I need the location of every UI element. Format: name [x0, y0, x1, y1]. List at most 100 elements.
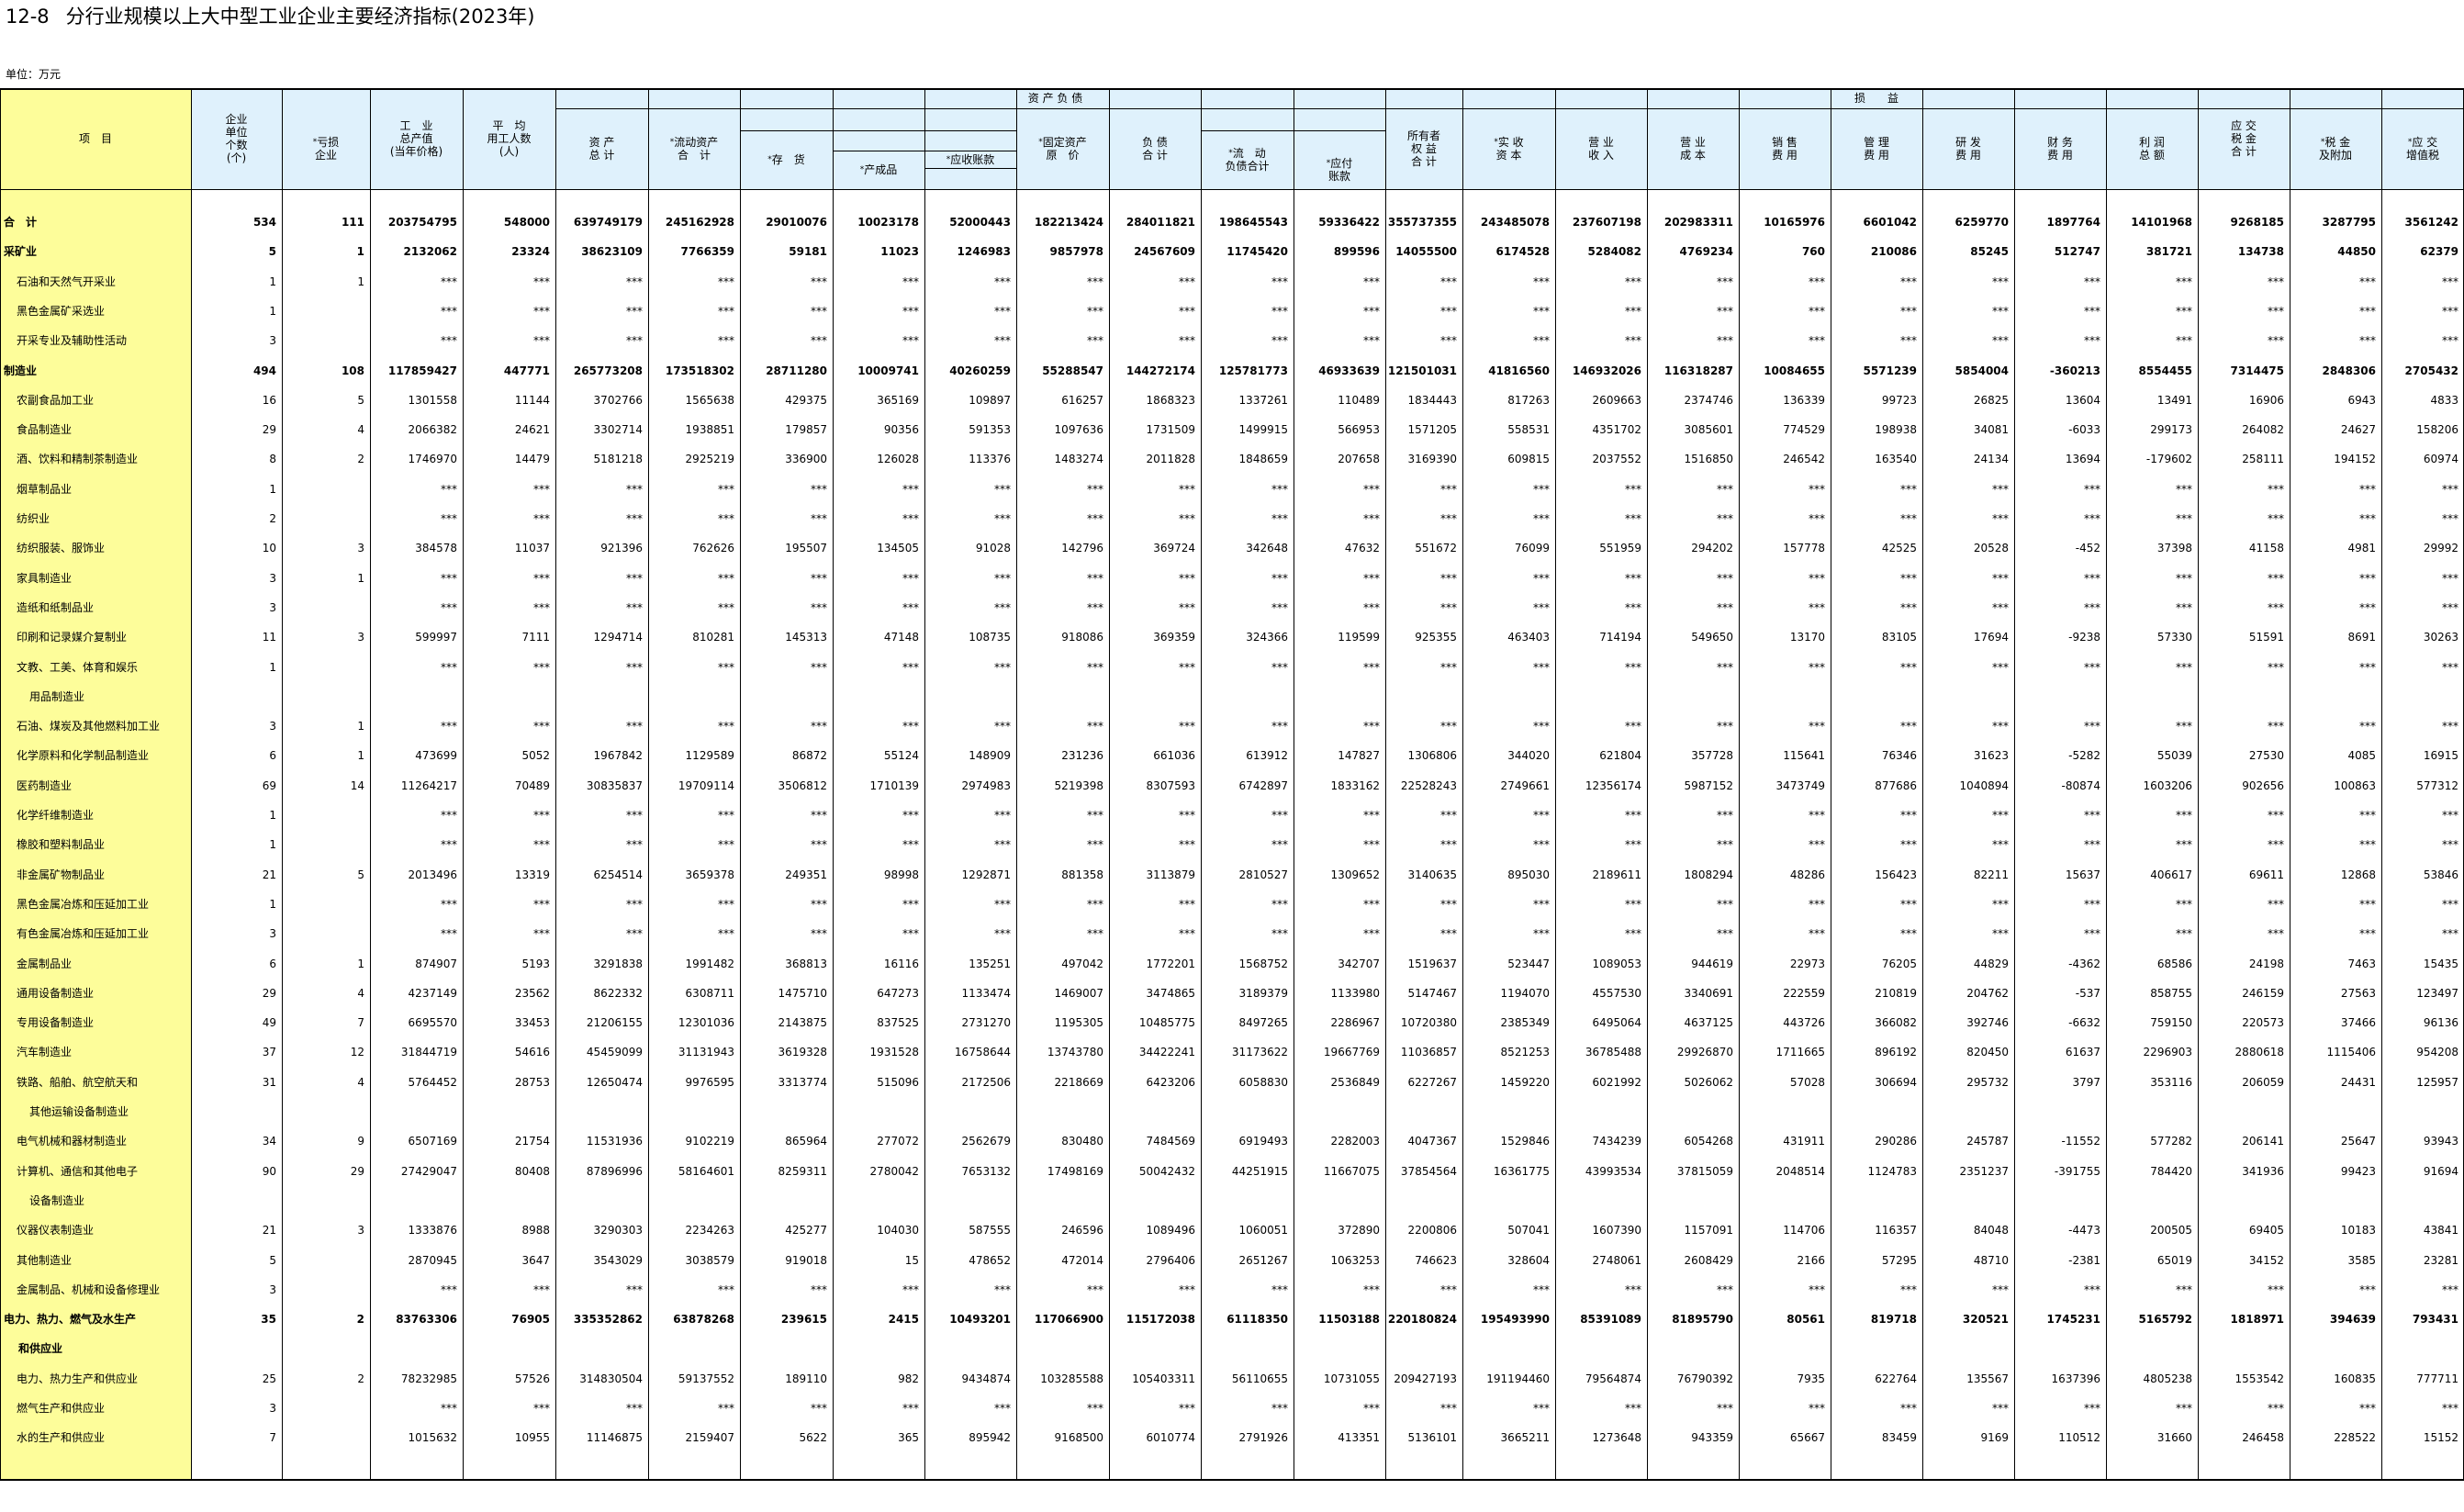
- table-cell: 865964: [785, 1135, 827, 1148]
- table-cell: 15637: [2065, 868, 2100, 881]
- table-cell: 10183: [2340, 1224, 2376, 1238]
- table-cell: 189110: [785, 1372, 827, 1385]
- table-cell: 135567: [1966, 1372, 2009, 1385]
- table-cell: 99423: [2340, 1164, 2376, 1178]
- table-cell: ***: [994, 600, 1011, 614]
- table-cell: 613912: [1246, 749, 1288, 763]
- table-cell: ***: [1992, 600, 2009, 614]
- table-cell: 6507169: [408, 1135, 457, 1148]
- table-cell: 12301036: [678, 1016, 734, 1030]
- table-cell: ***: [902, 927, 919, 941]
- table-cell: ***: [533, 1282, 550, 1296]
- table-cell: 7: [269, 1431, 276, 1445]
- row-label: 非金属矿物制品业: [17, 868, 106, 881]
- table-cell: 566953: [1338, 423, 1380, 437]
- table-cell: 11503188: [1318, 1313, 1380, 1327]
- table-cell: 21: [262, 868, 276, 881]
- table-cell: 1301558: [408, 393, 457, 407]
- table-cell: 4637125: [1684, 1016, 1733, 1030]
- table-cell: ***: [1179, 897, 1195, 911]
- table-cell: 55288547: [1042, 364, 1103, 377]
- table-cell: 5764452: [408, 1075, 457, 1089]
- table-cell: 494: [252, 364, 276, 377]
- table-cell: ***: [1625, 897, 1641, 911]
- table-cell: 16: [262, 393, 276, 407]
- table-cell: ***: [994, 274, 1011, 288]
- table-cell: 2: [357, 1372, 364, 1385]
- table-cell: 207658: [1338, 453, 1380, 466]
- table-cell: ***: [2442, 512, 2458, 525]
- column-line: [833, 88, 834, 1479]
- table-cell: ***: [1625, 838, 1641, 852]
- table-cell: 3: [269, 1402, 276, 1415]
- table-cell: 2749661: [1500, 778, 1550, 792]
- table-cell: 11037: [514, 542, 550, 555]
- table-cell: 6919493: [1238, 1135, 1288, 1148]
- table-cell: 6054268: [1684, 1135, 1733, 1148]
- table-cell: 306694: [1875, 1075, 1917, 1089]
- table-cell: 13604: [2065, 393, 2100, 407]
- table-cell: ***: [1271, 809, 1288, 822]
- star-mark: *: [1228, 149, 1233, 158]
- table-cell: 11: [262, 631, 276, 644]
- table-cell: 1337261: [1238, 393, 1288, 407]
- table-cell: 10493201: [949, 1313, 1011, 1327]
- table-cell: ***: [626, 897, 643, 911]
- table-cell: ***: [1992, 482, 2009, 496]
- table-cell: 121501031: [1387, 364, 1457, 377]
- star-mark: *: [2407, 138, 2413, 147]
- table-cell: ***: [1363, 660, 1380, 674]
- table-cell: ***: [2084, 838, 2100, 852]
- table-cell: ***: [1809, 1282, 1825, 1296]
- table-cell: ***: [2268, 897, 2284, 911]
- table-cell: 265773208: [573, 364, 643, 377]
- table-cell: 1483274: [1054, 453, 1103, 466]
- column-line: [191, 88, 192, 1479]
- table-cell: 16758644: [954, 1046, 1011, 1059]
- table-cell: 1565638: [685, 393, 734, 407]
- table-cell: ***: [1271, 838, 1288, 852]
- table-cell: -360213: [2049, 364, 2100, 377]
- table-cell: ***: [1809, 571, 1825, 585]
- table-cell: 1: [269, 660, 276, 674]
- table-cell: 1833162: [1330, 778, 1380, 792]
- table-cell: ***: [1533, 1282, 1550, 1296]
- column-line: [1739, 88, 1740, 1479]
- table-cell: 182213424: [1034, 216, 1103, 229]
- table-cell: 65667: [1789, 1431, 1825, 1445]
- table-cell: 1746970: [408, 453, 457, 466]
- table-cell: 8521253: [1500, 1046, 1550, 1059]
- table-cell: -6033: [2068, 423, 2100, 437]
- table-cell: ***: [2442, 1282, 2458, 1296]
- row-label: 专用设备制造业: [17, 1016, 95, 1030]
- table-cell: 2651267: [1238, 1253, 1288, 1267]
- table-cell: ***: [1717, 660, 1733, 674]
- table-cell: ***: [2359, 334, 2376, 348]
- table-cell: 577312: [2416, 778, 2458, 792]
- table-cell: 3619328: [778, 1046, 827, 1059]
- table-cell: 820450: [1966, 1046, 2009, 1059]
- table-cell: 463403: [1507, 631, 1550, 644]
- table-cell: 12: [350, 1046, 364, 1059]
- table-cell: ***: [1440, 1402, 1457, 1415]
- table-cell: ***: [1087, 600, 1103, 614]
- row-label-continued: 设备制造业: [29, 1193, 85, 1207]
- table-cell: 220573: [2242, 1016, 2284, 1030]
- table-cell: 61118350: [1226, 1313, 1288, 1327]
- table-cell: 110512: [2058, 1431, 2100, 1445]
- table-cell: 24621: [514, 423, 550, 437]
- table-cell: 93943: [2423, 1135, 2458, 1148]
- table-cell: 837525: [877, 1016, 919, 1030]
- table-cell: 145313: [785, 631, 827, 644]
- table-cell: 1: [269, 838, 276, 852]
- table-cell: ***: [811, 660, 827, 674]
- table-cell: 9: [357, 1135, 364, 1148]
- row-label: 纺织业: [17, 512, 50, 525]
- table-cell: 3: [269, 600, 276, 614]
- table-cell: 50042432: [1138, 1164, 1195, 1178]
- table-cell: ***: [533, 897, 550, 911]
- table-cell: ***: [441, 334, 457, 348]
- table-cell: ***: [2176, 1402, 2192, 1415]
- table-cell: ***: [2268, 274, 2284, 288]
- table-cell: 243485078: [1480, 216, 1550, 229]
